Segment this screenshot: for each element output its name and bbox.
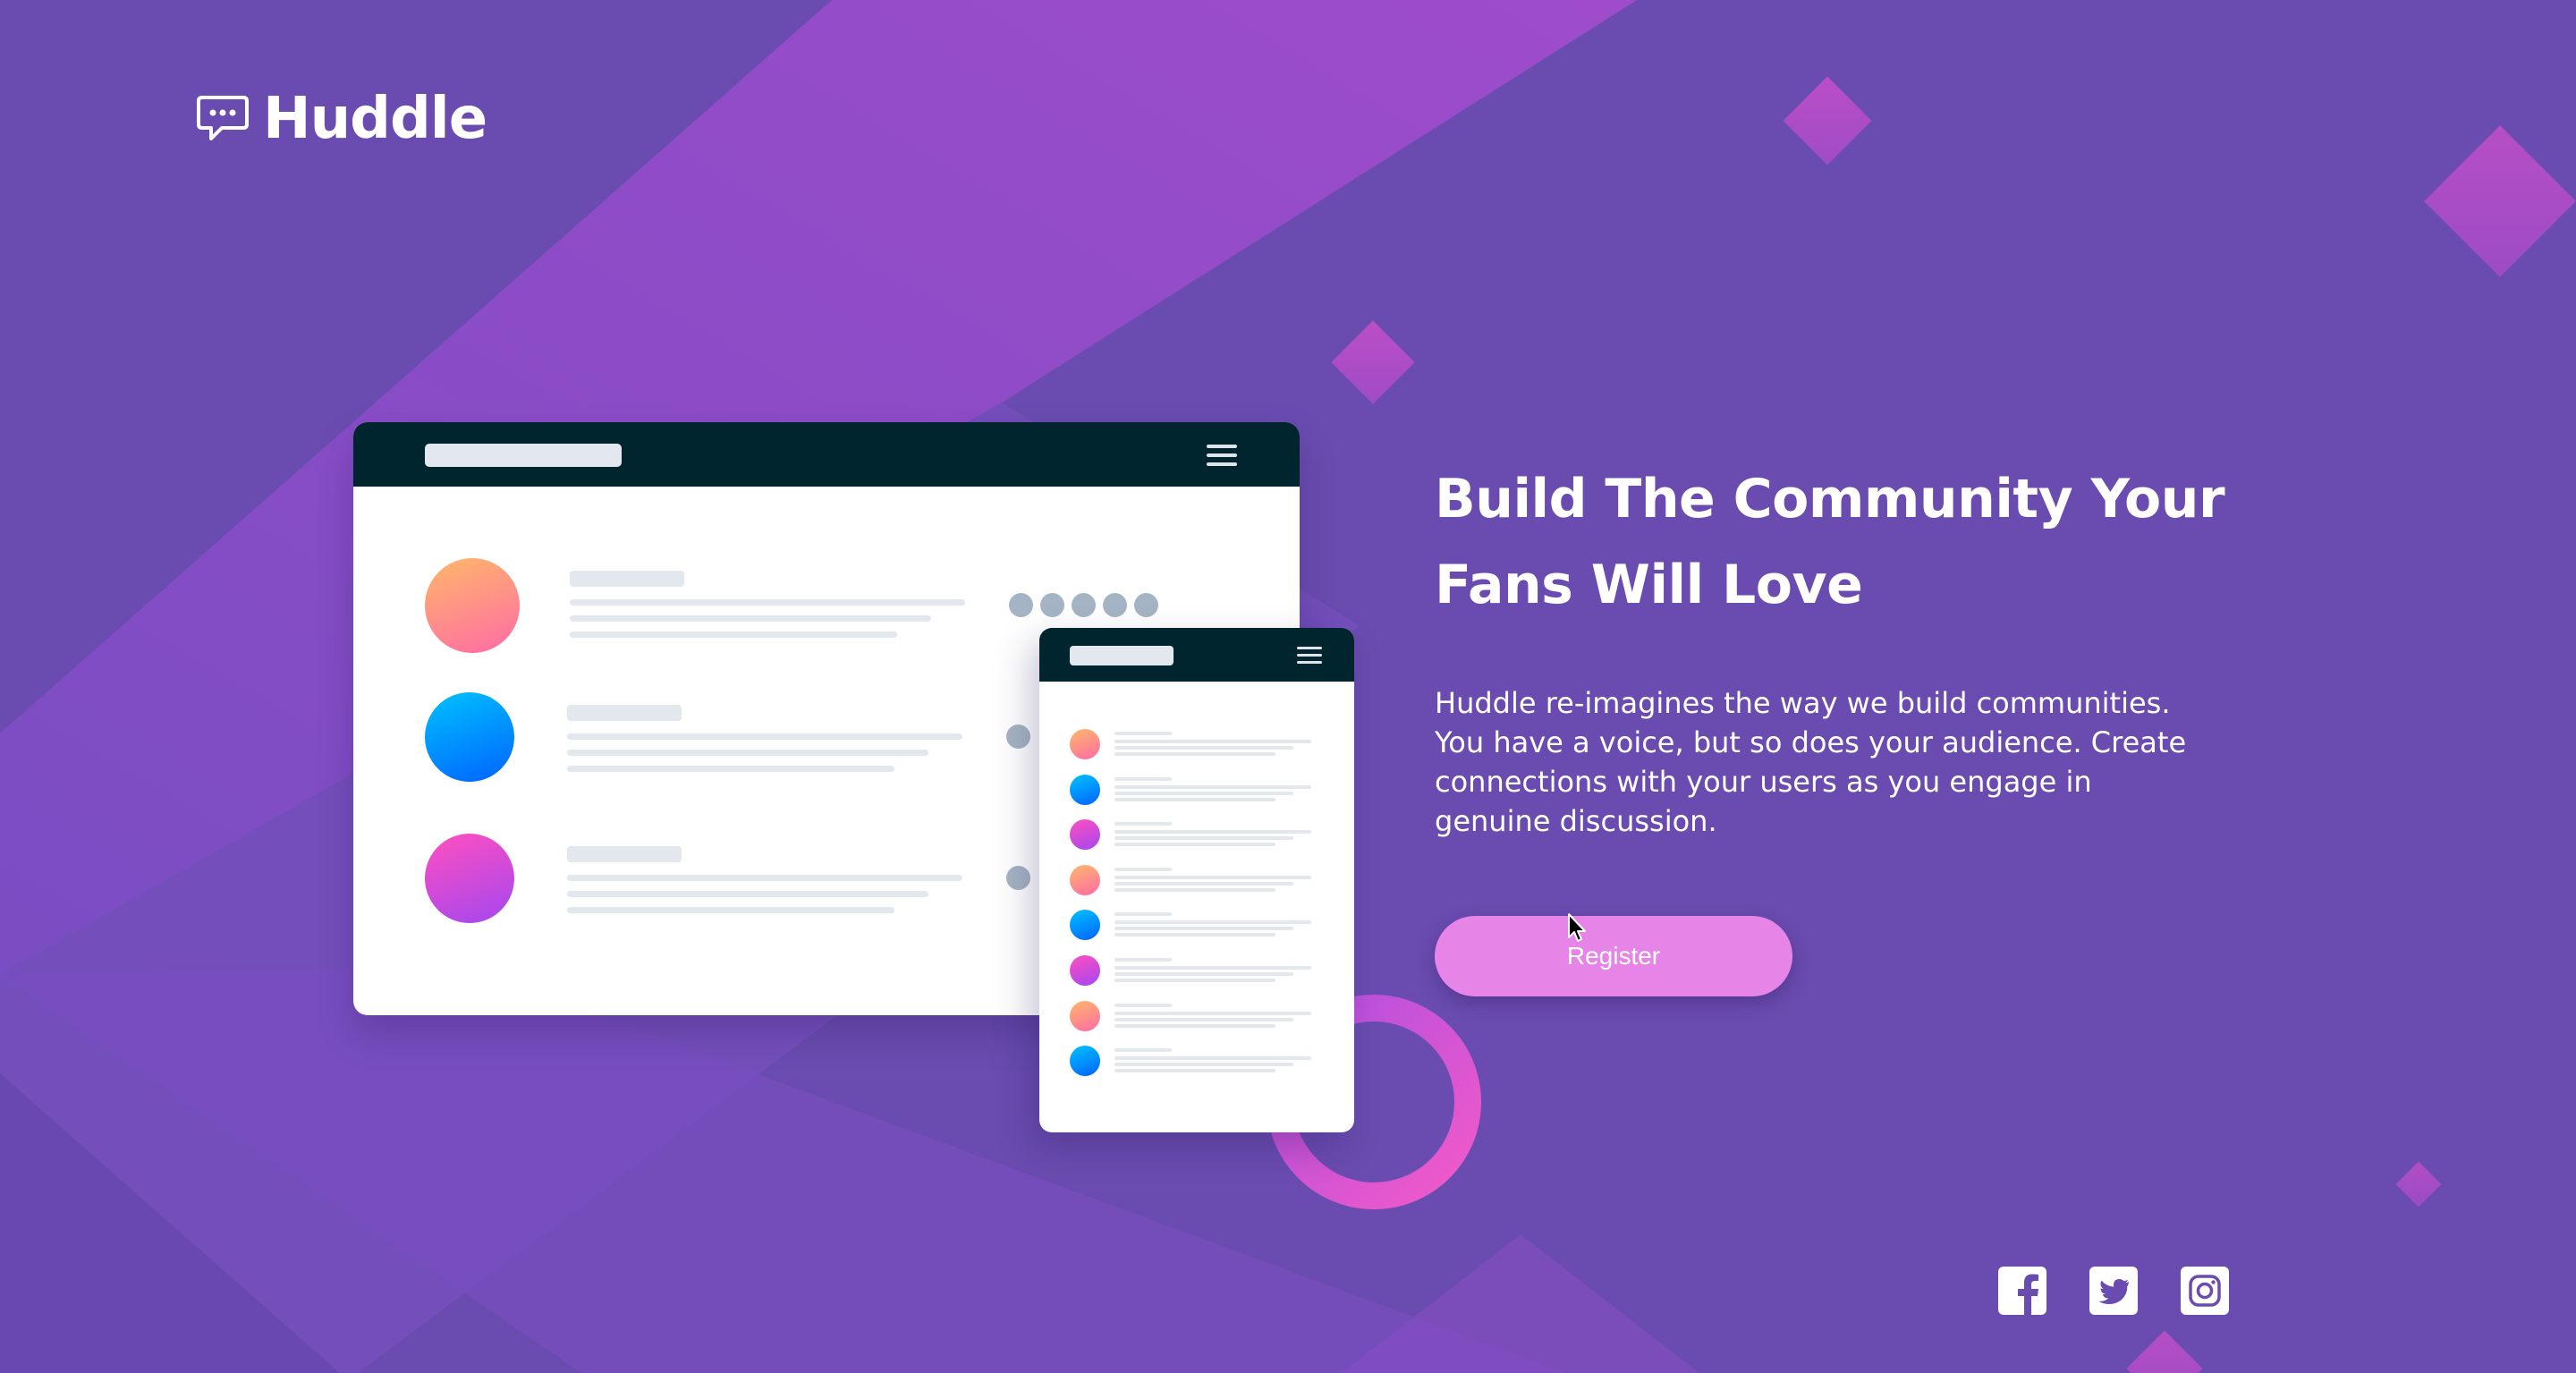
mouse-cursor-icon (1568, 913, 1586, 942)
register-button[interactable]: Register (1435, 916, 1792, 996)
mobile-window-mockup (1039, 628, 1354, 1132)
app-mockup-illustration (353, 422, 1481, 1227)
mobile-list-item (1070, 910, 1329, 941)
avatar (1070, 774, 1100, 805)
chat-bubble-icon (197, 96, 249, 140)
menu-icon (1207, 445, 1237, 466)
brand-logo[interactable]: Huddle (195, 86, 487, 152)
facebook-icon[interactable] (1998, 1267, 2046, 1315)
mobile-header-bar (1039, 628, 1354, 682)
avatar (425, 558, 520, 653)
mobile-list-item (1070, 1000, 1329, 1031)
placeholder-dots (1009, 593, 1158, 617)
mobile-list-item (1070, 955, 1329, 986)
mobile-list-item (1070, 729, 1329, 759)
avatar (1070, 864, 1100, 895)
avatar (425, 834, 514, 923)
mobile-list-item (1070, 1046, 1329, 1077)
header-placeholder (1070, 646, 1174, 665)
avatar (1070, 729, 1100, 759)
avatar (1070, 955, 1100, 986)
avatar (1070, 1046, 1100, 1077)
twitter-icon[interactable] (2089, 1267, 2138, 1315)
avatar (1070, 1000, 1100, 1031)
mobile-list-item (1070, 864, 1329, 895)
mobile-list-item (1070, 774, 1329, 805)
hero-title: Build The Community Your Fans Will Love (1435, 468, 2225, 616)
desktop-header-bar (353, 422, 1300, 487)
instagram-icon[interactable] (2181, 1267, 2229, 1315)
header-placeholder (425, 444, 622, 467)
menu-icon (1297, 647, 1322, 664)
mobile-list-item (1070, 819, 1329, 851)
avatar (1070, 819, 1100, 851)
brand-name: Huddle (263, 86, 487, 152)
avatar (425, 692, 514, 782)
hero-description: Huddle re-imagines the way we build comm… (1435, 686, 2187, 838)
hero-section: Build The Community Your Fans Will Love … (1435, 456, 2240, 841)
social-links (1998, 1267, 2229, 1315)
avatar (1070, 910, 1100, 941)
